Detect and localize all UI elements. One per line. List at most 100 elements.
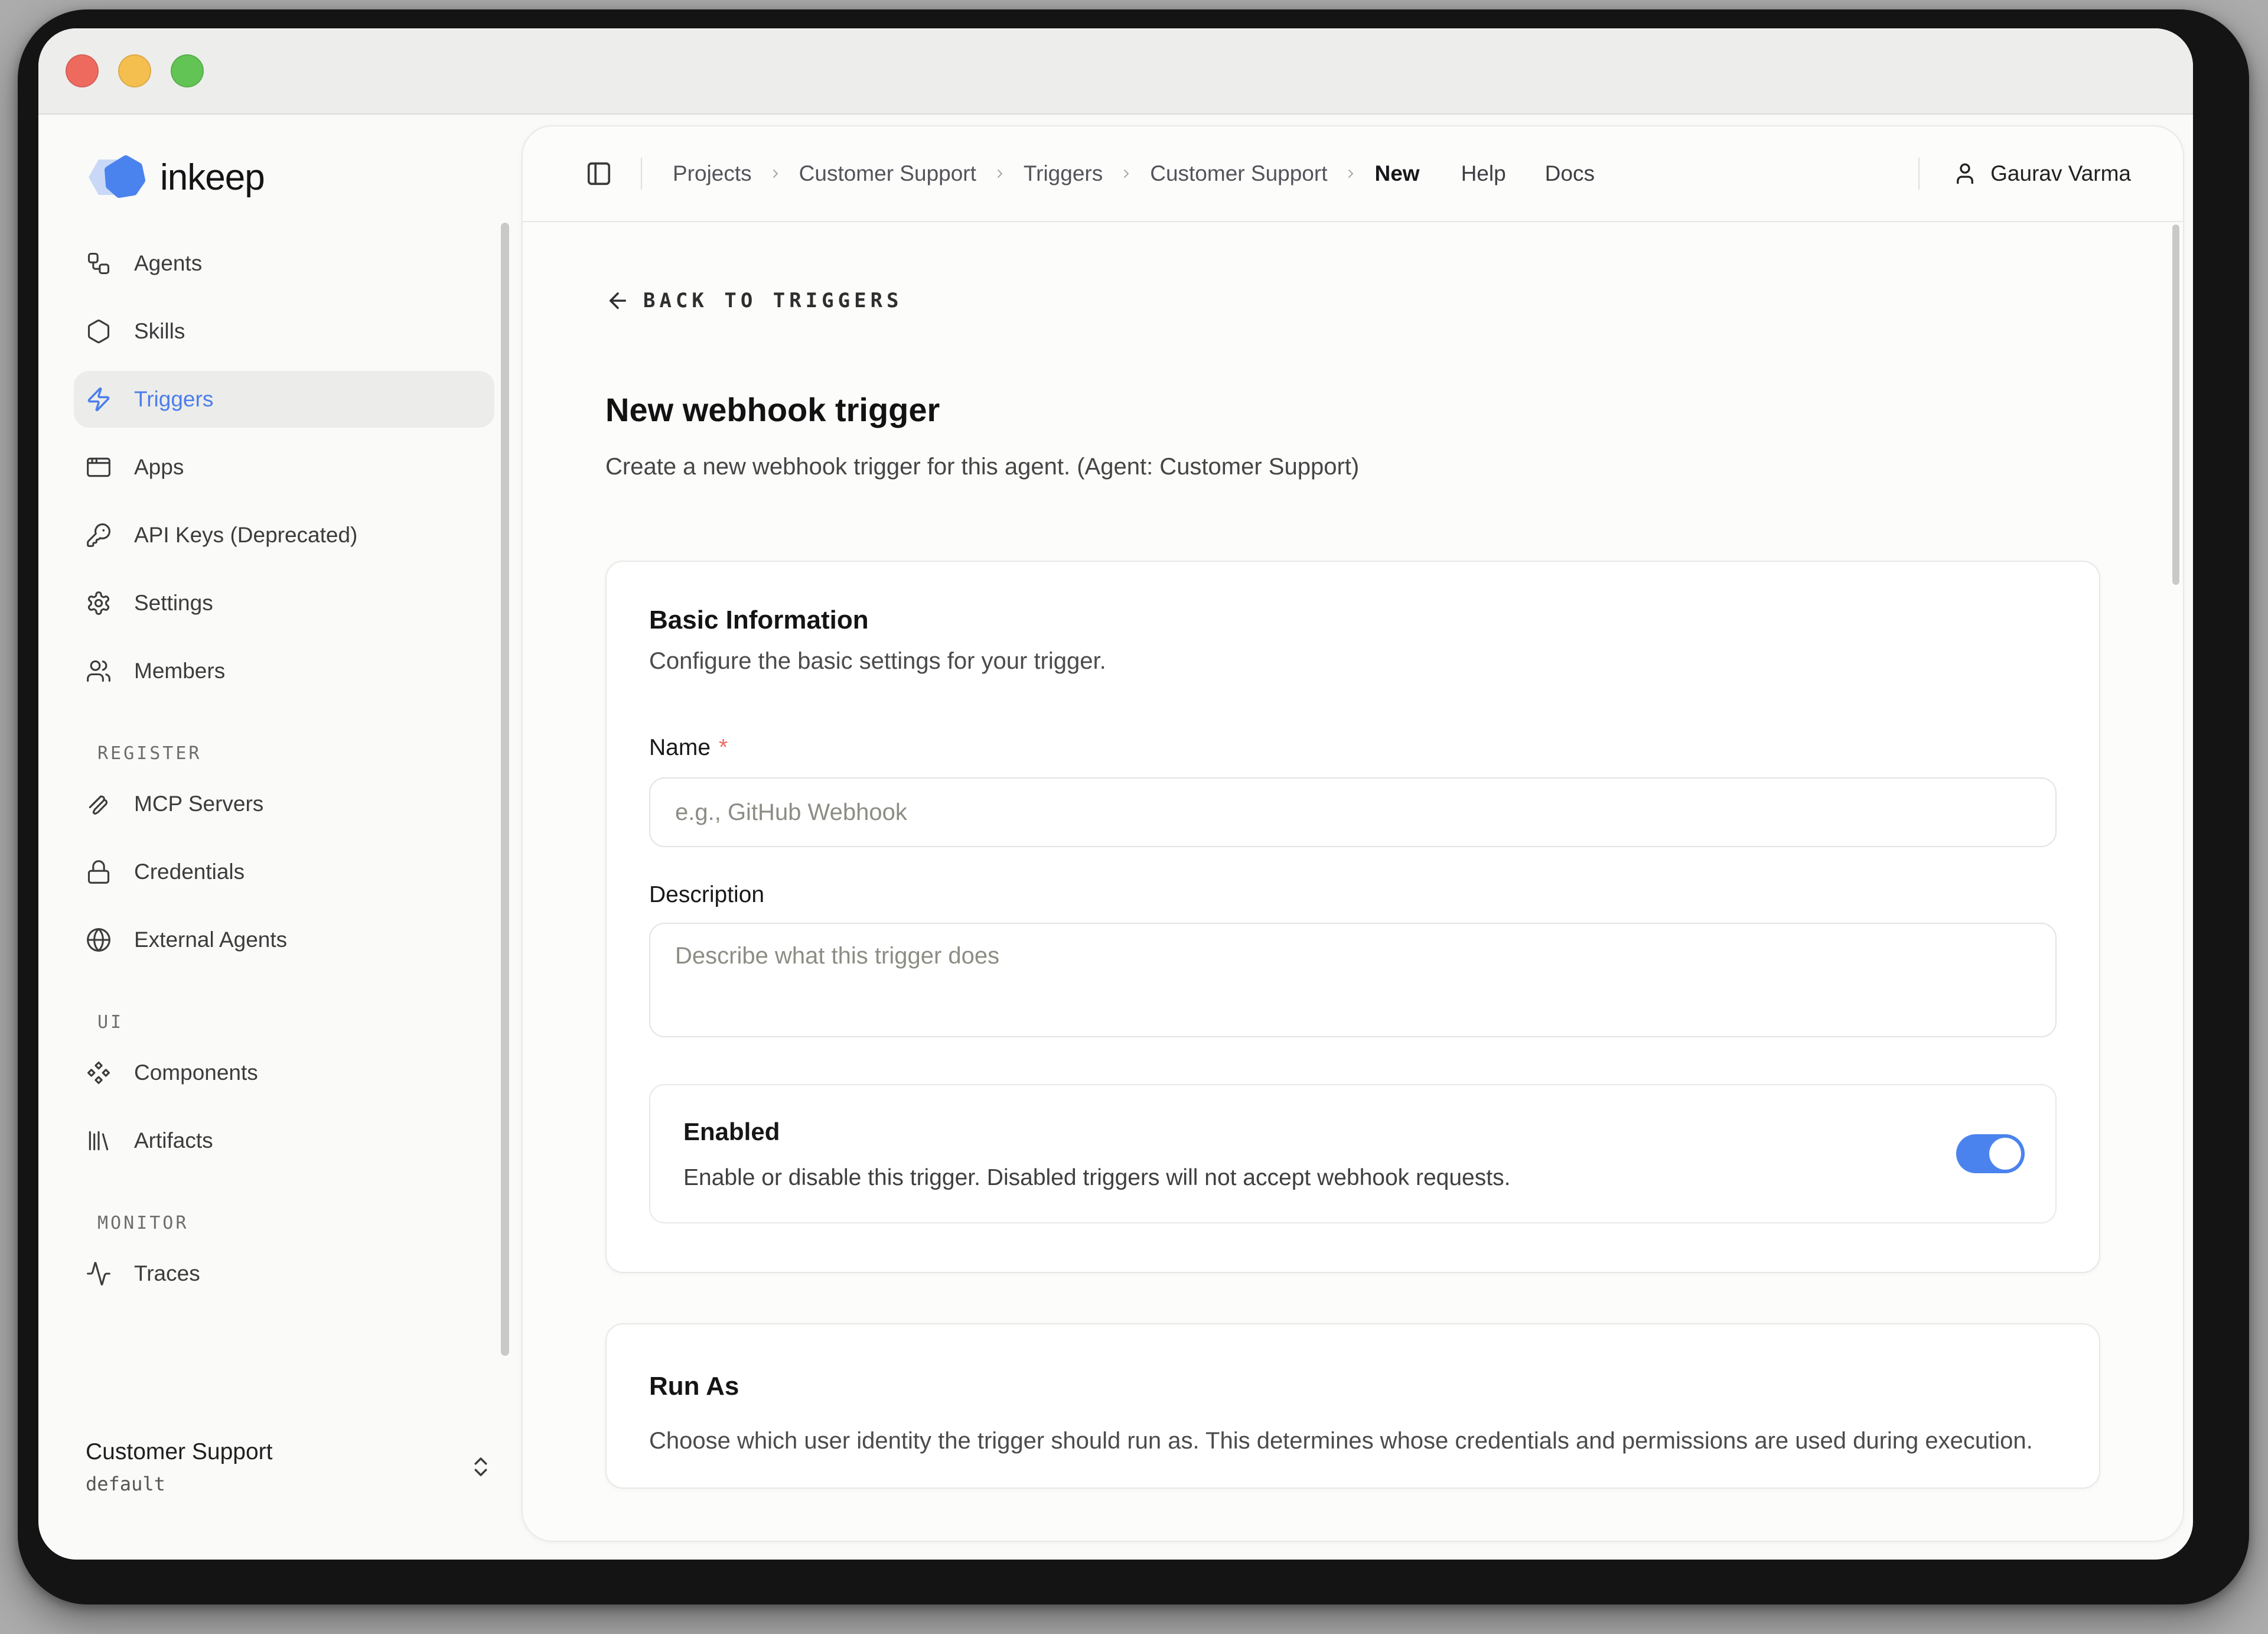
description-field-label: Description: [649, 880, 2057, 910]
required-asterisk: *: [719, 733, 728, 763]
hexagon-icon: [86, 318, 112, 344]
key-icon: [86, 522, 112, 548]
breadcrumb-customer-support-2[interactable]: Customer Support: [1150, 161, 1327, 186]
main-scrollbar[interactable]: [2172, 224, 2179, 585]
sidebar-item-label: Members: [134, 659, 225, 683]
description-textarea[interactable]: [649, 923, 2057, 1037]
back-to-triggers-link[interactable]: BACK TO TRIGGERS: [605, 288, 903, 313]
main-panel: Projects Customer Support Triggers Custo…: [522, 125, 2184, 1542]
enabled-title: Enabled: [683, 1116, 1914, 1148]
account-menu[interactable]: Gaurav Varma: [1953, 161, 2131, 186]
sidebar-item-apps[interactable]: Apps: [74, 439, 494, 496]
app-window: inkeep Agents: [38, 28, 2193, 1560]
sidebar-item-label: Components: [134, 1060, 258, 1085]
run-as-card: Run As Choose which user identity the tr…: [605, 1323, 2100, 1489]
project-name: Customer Support: [86, 1437, 493, 1467]
zap-icon: [86, 386, 112, 412]
header-divider: [641, 158, 642, 190]
sidebar-item-artifacts[interactable]: Artifacts: [74, 1112, 494, 1169]
sidebar-item-traces[interactable]: Traces: [74, 1245, 494, 1302]
users-icon: [86, 658, 112, 684]
breadcrumb-projects[interactable]: Projects: [673, 161, 752, 186]
name-label-text: Name: [649, 733, 711, 763]
breadcrumb: Projects Customer Support Triggers Custo…: [673, 161, 1420, 186]
chevron-right-icon: [1119, 167, 1133, 181]
basic-information-card: Basic Information Configure the basic se…: [605, 561, 2100, 1273]
breadcrumb-new: New: [1374, 161, 1419, 186]
sidebar-item-label: Apps: [134, 455, 184, 480]
chevrons-up-down-icon: [468, 1454, 493, 1479]
user-icon: [1953, 161, 1977, 186]
globe-icon: [86, 927, 112, 953]
lock-icon: [86, 859, 112, 885]
traffic-lights: [66, 54, 204, 87]
sidebar-scrollbar[interactable]: [501, 223, 509, 1356]
card-title: Run As: [649, 1369, 2057, 1404]
page-subtitle: Create a new webhook trigger for this ag…: [605, 453, 2100, 480]
inkeep-logo[interactable]: inkeep: [86, 152, 265, 202]
titlebar: [38, 28, 2193, 115]
inkeep-logo-text: inkeep: [160, 157, 265, 198]
close-window-button[interactable]: [66, 54, 99, 87]
sidebar-item-external-agents[interactable]: External Agents: [74, 912, 494, 968]
inkeep-logo-icon: [86, 152, 152, 202]
card-description: Configure the basic settings for your tr…: [649, 646, 2057, 676]
app-window-icon: [86, 454, 112, 480]
panel-header: Projects Customer Support Triggers Custo…: [523, 126, 2183, 222]
sidebar-section-ui: UI: [97, 1012, 522, 1033]
project-variant: default: [86, 1471, 493, 1497]
sidebar-item-label: External Agents: [134, 927, 287, 952]
sidebar-item-credentials[interactable]: Credentials: [74, 844, 494, 900]
sidebar: inkeep Agents: [38, 115, 522, 1558]
minimize-window-button[interactable]: [118, 54, 151, 87]
toggle-knob: [1989, 1138, 2021, 1170]
run-as-description: Choose which user identity the trigger s…: [649, 1421, 2057, 1460]
sidebar-item-agents[interactable]: Agents: [74, 235, 494, 292]
chevron-right-icon: [993, 167, 1007, 181]
project-switcher[interactable]: Customer Support default: [86, 1437, 493, 1497]
sidebar-item-members[interactable]: Members: [74, 643, 494, 699]
sidebar-item-triggers[interactable]: Triggers: [74, 371, 494, 428]
name-input[interactable]: [649, 777, 2057, 847]
back-link-label: BACK TO TRIGGERS: [643, 289, 903, 313]
sidebar-section-monitor: MONITOR: [97, 1213, 522, 1233]
sidebar-item-label: Traces: [134, 1261, 200, 1286]
sidebar-item-label: Credentials: [134, 860, 245, 884]
help-link[interactable]: Help: [1461, 161, 1506, 186]
component-icon: [86, 1060, 112, 1086]
sidebar-item-api-keys[interactable]: API Keys (Deprecated): [74, 507, 494, 564]
header-links: Help Docs: [1461, 161, 1595, 186]
sidebar-toggle-button[interactable]: [585, 160, 612, 187]
enabled-setting: Enabled Enable or disable this trigger. …: [649, 1084, 2057, 1223]
page-title: New webhook trigger: [605, 393, 2100, 427]
sidebar-item-label: Skills: [134, 319, 185, 344]
enabled-toggle[interactable]: [1956, 1134, 2025, 1173]
header-divider: [1918, 158, 1920, 190]
mcp-icon: [86, 791, 112, 817]
chevron-right-icon: [768, 167, 783, 181]
sidebar-nav-monitor: Traces: [74, 1245, 494, 1302]
sidebar-item-settings[interactable]: Settings: [74, 575, 494, 632]
sidebar-item-mcp-servers[interactable]: MCP Servers: [74, 776, 494, 832]
sidebar-item-label: MCP Servers: [134, 792, 263, 816]
name-field-label: Name *: [649, 733, 2057, 763]
sidebar-item-components[interactable]: Components: [74, 1044, 494, 1101]
docs-link[interactable]: Docs: [1545, 161, 1595, 186]
chevron-right-icon: [1344, 167, 1358, 181]
zoom-window-button[interactable]: [171, 54, 204, 87]
sidebar-item-label: Triggers: [134, 387, 213, 412]
sidebar-item-skills[interactable]: Skills: [74, 303, 494, 360]
sidebar-section-register: REGISTER: [97, 743, 522, 764]
sidebar-nav-ui: Components Artifacts: [74, 1044, 494, 1169]
library-icon: [86, 1128, 112, 1154]
screenshot: inkeep Agents: [0, 0, 2268, 1634]
sidebar-item-label: Artifacts: [134, 1128, 213, 1153]
card-title: Basic Information: [649, 603, 2057, 637]
workflow-icon: [86, 250, 112, 276]
breadcrumb-triggers[interactable]: Triggers: [1024, 161, 1103, 186]
enabled-description: Enable or disable this trigger. Disabled…: [683, 1163, 1914, 1193]
sidebar-item-label: Settings: [134, 591, 213, 616]
account-name: Gaurav Varma: [1990, 161, 2131, 186]
sidebar-item-label: Agents: [134, 251, 202, 276]
breadcrumb-customer-support[interactable]: Customer Support: [799, 161, 976, 186]
